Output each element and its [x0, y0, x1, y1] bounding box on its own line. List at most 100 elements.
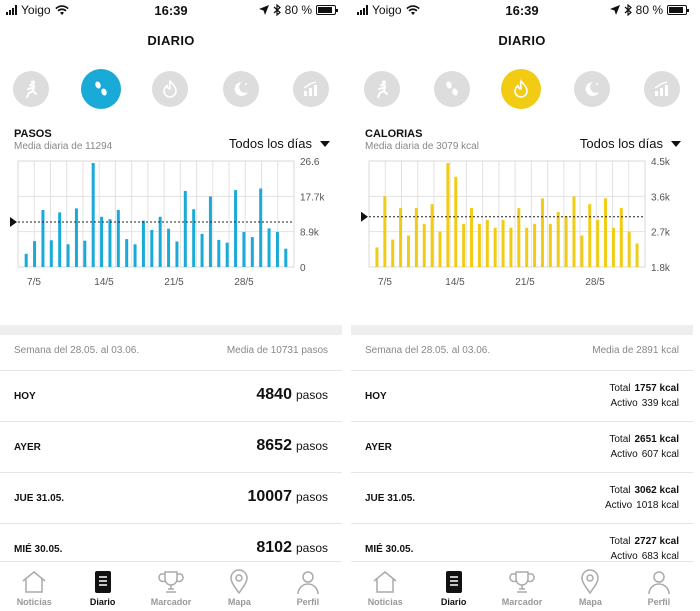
day-filter-dropdown[interactable]: Todos los días [580, 136, 681, 151]
list-item[interactable]: JUE 31.05. 10007 pasos [0, 472, 342, 523]
bar [200, 233, 204, 267]
mode-steps[interactable] [434, 71, 470, 107]
tab-diario[interactable]: Diario [419, 562, 487, 611]
bar [33, 241, 37, 267]
mode-calories[interactable] [152, 71, 188, 107]
mode-sleep[interactable] [574, 71, 610, 107]
bar [477, 223, 481, 267]
bar [564, 215, 568, 267]
house-icon [22, 571, 46, 593]
bar [183, 190, 187, 267]
bar [540, 198, 544, 267]
week-summary: Semana del 28.05. al 03.06. Media de 107… [14, 345, 328, 356]
metric-subtitle: Media diaria de 3079 kcal [365, 141, 479, 152]
day-list: HOY Total 1757 kcal Activo 339 kcal AYER T… [351, 370, 693, 574]
x-tick-label: 14/5 [445, 277, 465, 288]
mode-trend[interactable] [293, 71, 329, 107]
list-item[interactable]: HOY 4840 pasos [0, 370, 342, 421]
list-item[interactable]: AYER 8652 pasos [0, 421, 342, 472]
bar [91, 162, 95, 267]
bar [108, 219, 112, 267]
mode-selector [351, 69, 693, 111]
list-item[interactable]: AYER Total 2651 kcal Activo 607 kcal [351, 421, 693, 472]
tab-perfil[interactable]: Perfil [625, 562, 693, 611]
bar [284, 248, 288, 267]
y-tick-label: 2.7k [651, 228, 671, 239]
x-tick-label: 21/5 [164, 277, 184, 288]
bar [74, 208, 78, 267]
status-right: 80 % [258, 3, 338, 17]
mode-trend[interactable] [644, 71, 680, 107]
kcal-values: Total 2727 kcal Activo 683 kcal [609, 536, 679, 562]
metric-title: CALORIAS [365, 128, 423, 140]
tab-mapa[interactable]: Mapa [205, 562, 273, 611]
bluetooth-icon [273, 4, 281, 16]
y-tick-label: 3.6k [651, 192, 671, 203]
tab-mapa[interactable]: Mapa [556, 562, 624, 611]
x-tick-label: 14/5 [94, 277, 114, 288]
kcal-values: Total 3062 kcal Activo 1018 kcal [604, 485, 679, 511]
day-label: HOY [14, 391, 36, 402]
tab-noticias[interactable]: Noticias [351, 562, 419, 611]
mode-steps[interactable] [81, 69, 121, 109]
bar [383, 196, 387, 267]
tab-perfil[interactable]: Perfil [274, 562, 342, 611]
status-bar: Yoigo 16:39 80 % [0, 0, 342, 20]
list-item[interactable]: JUE 31.05. Total 3062 kcal Activo 1018 kca… [351, 472, 693, 523]
bar [49, 240, 53, 267]
map-pin-icon [230, 569, 249, 595]
y-tick-label: 0 [300, 263, 306, 274]
bar [125, 239, 129, 267]
bar [627, 231, 631, 267]
battery-percent: 80 % [635, 3, 663, 17]
day-filter-dropdown[interactable]: Todos los días [229, 136, 330, 151]
x-tick-label: 28/5 [234, 277, 254, 288]
day-list: HOY 4840 pasos AYER 8652 pasos JUE 31.05. … [0, 370, 342, 574]
week-average: Media de 10731 pasos [226, 345, 328, 356]
running-icon [26, 80, 37, 98]
trend-icon [303, 81, 317, 96]
mode-calories[interactable] [501, 69, 541, 109]
mode-selector [0, 69, 342, 111]
chevron-down-icon [671, 140, 681, 147]
mode-sleep[interactable] [223, 71, 259, 107]
bar [533, 223, 537, 267]
calories-screen: Yoigo 16:39 80 % DIARIO CALORIAS Media d… [351, 0, 693, 611]
tab-diario[interactable]: Diario [68, 562, 136, 611]
bar [250, 237, 254, 267]
tab-marcador[interactable]: Marcador [137, 562, 205, 611]
chevron-down-icon [320, 140, 330, 147]
journal-icon [94, 571, 111, 593]
steps-chart: 26.6 17.7k 8.9k 0 7/5 14/5 21/5 28/5 [10, 157, 325, 288]
bar [41, 210, 45, 267]
bar [604, 198, 608, 267]
location-arrow-icon [609, 5, 620, 15]
bar [242, 231, 246, 267]
bar [259, 188, 263, 267]
bar [391, 239, 395, 267]
location-arrow-icon [258, 5, 269, 15]
battery-icon [316, 5, 338, 15]
bar [83, 240, 87, 267]
status-bar: Yoigo 16:39 80 % [351, 0, 693, 20]
tab-marcador[interactable]: Marcador [488, 562, 556, 611]
week-range: Semana del 28.05. al 03.06. [14, 345, 140, 356]
person-icon [648, 571, 670, 595]
bar [267, 228, 271, 267]
page-title: DIARIO [147, 33, 195, 48]
bar [208, 196, 212, 267]
mode-running[interactable] [13, 71, 49, 107]
trophy-icon [158, 571, 184, 593]
metric-subtitle: Media diaria de 11294 [14, 141, 113, 152]
bar [275, 231, 279, 267]
tab-noticias[interactable]: Noticias [0, 562, 68, 611]
list-item[interactable]: HOY Total 1757 kcal Activo 339 kcal [351, 370, 693, 421]
step-value: 8652 pasos [256, 437, 328, 454]
bar [462, 223, 466, 267]
mode-running[interactable] [364, 71, 400, 107]
day-filter-label: Todos los días [228, 136, 312, 151]
step-value: 10007 pasos [247, 488, 328, 505]
bar [611, 227, 615, 267]
page-title: DIARIO [498, 33, 546, 48]
step-value: 8102 pasos [256, 539, 328, 556]
